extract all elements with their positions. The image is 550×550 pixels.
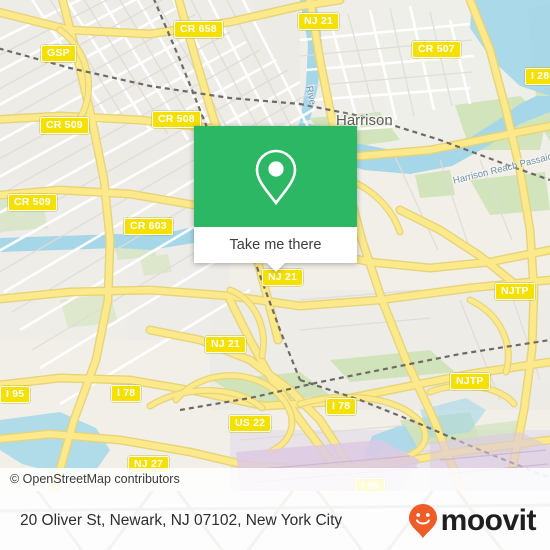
popup-pointer bbox=[266, 263, 285, 272]
route-shield: US 22 bbox=[229, 415, 272, 432]
popup-action-bar[interactable]: Take me there bbox=[194, 227, 357, 263]
footer-address: 20 Oliver St, Newark, NJ 07102, New York… bbox=[20, 491, 342, 550]
route-shield: I 78 bbox=[111, 385, 142, 402]
route-shield: CR 507 bbox=[412, 41, 461, 58]
route-shield: CR 658 bbox=[174, 21, 223, 38]
route-shield: CR 509 bbox=[40, 117, 89, 134]
moovit-logo[interactable]: moovit bbox=[408, 491, 537, 550]
popup-image-panel bbox=[194, 126, 357, 227]
moovit-smiley-pin-icon bbox=[408, 503, 437, 538]
popup-action-label: Take me there bbox=[229, 237, 322, 253]
route-shield: I 78 bbox=[326, 398, 357, 415]
route-shield: I 95 bbox=[0, 386, 31, 403]
route-shield: NJ 21 bbox=[205, 336, 247, 353]
route-shield: NJ 21 bbox=[298, 13, 340, 30]
footer-address-text: 20 Oliver St, Newark, NJ 07102, New York… bbox=[20, 511, 343, 529]
route-shield: CR 603 bbox=[124, 218, 173, 235]
route-shield: I 280 bbox=[525, 68, 550, 85]
location-popup-card[interactable]: Take me there bbox=[194, 126, 357, 272]
moovit-wordmark: moovit bbox=[440, 503, 537, 537]
route-shield: GSP bbox=[41, 45, 76, 62]
map-pin-icon bbox=[255, 149, 296, 205]
route-shield: NJTP bbox=[495, 283, 535, 300]
map-screenshot: Harrison Harrison Reach Passaic R Rive C… bbox=[0, 0, 550, 550]
osm-attribution[interactable]: © OpenStreetMap contributors bbox=[0, 468, 550, 491]
route-shield: CR 509 bbox=[8, 194, 57, 211]
route-shield: NJTP bbox=[450, 373, 490, 390]
map-canvas[interactable]: Harrison Harrison Reach Passaic R Rive C… bbox=[0, 0, 550, 491]
footer-bar: 20 Oliver St, Newark, NJ 07102, New York… bbox=[0, 491, 550, 550]
